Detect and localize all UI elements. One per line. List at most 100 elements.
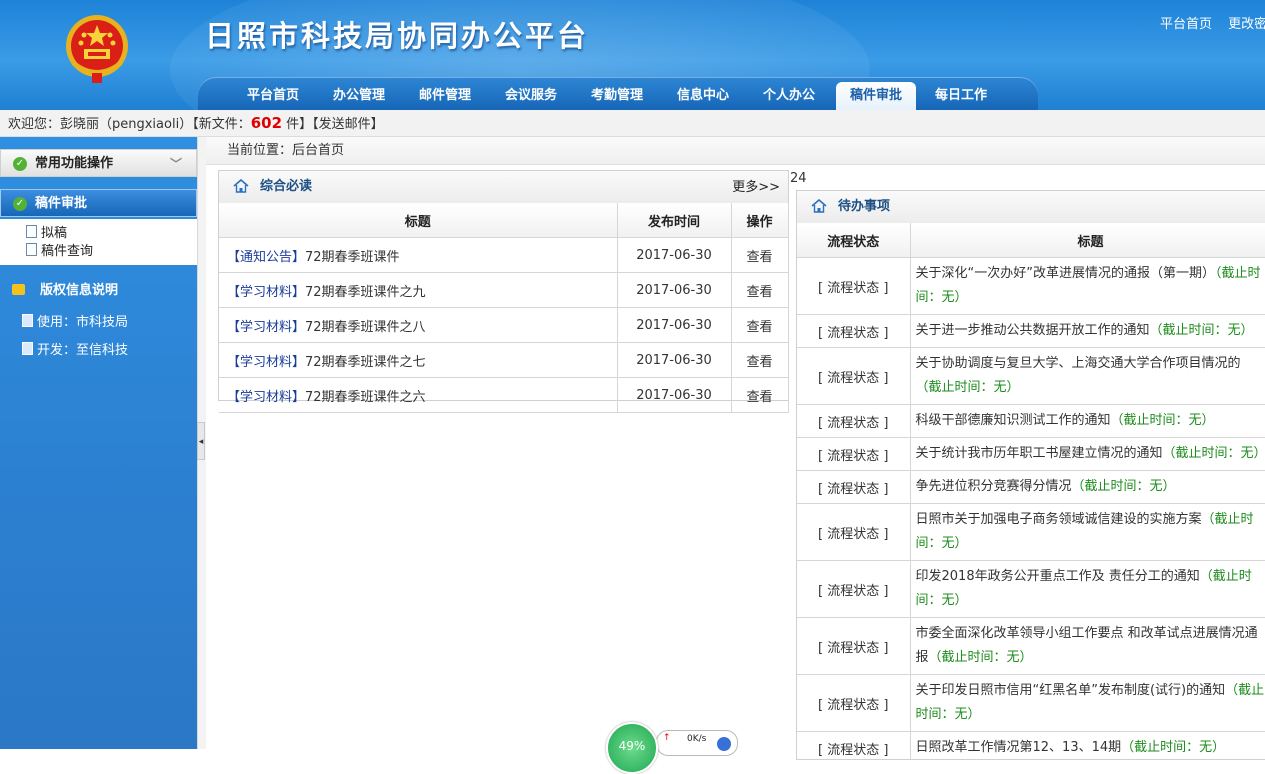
more-link[interactable]: 更多>> xyxy=(732,172,780,204)
national-emblem-icon xyxy=(66,15,128,83)
todo-title-cell[interactable]: 印发2018年政务公开重点工作及 责任分工的通知（截止时间：无） xyxy=(910,560,1265,618)
stray-number-text: 24 xyxy=(790,171,807,186)
sidebar-item-query[interactable]: 稿件查询 xyxy=(26,243,93,261)
row-category: 【通知公告】 xyxy=(227,249,306,265)
row-view-link[interactable]: 查看 xyxy=(731,377,789,413)
todo-deadline: （截止时间：无） xyxy=(1149,323,1254,338)
todo-title-cell[interactable]: 关于深化“一次办好”改革进展情况的通报（第一期）（截止时间：无） xyxy=(910,257,1265,315)
sidebar-item-draft[interactable]: 拟稿 xyxy=(26,225,67,243)
panel-title: 综合必读 xyxy=(260,179,313,194)
row-title-cell[interactable]: 【学习材料】72期春季班课件之九 xyxy=(219,272,618,308)
todo-title-cell[interactable]: 争先进位积分竞赛得分情况（截止时间：无） xyxy=(910,470,1265,504)
sidebar-copyright-header: 版权信息说明 xyxy=(0,277,197,305)
row-title: 72期春季班课件之七 xyxy=(305,354,426,370)
workflow-status-link[interactable]: [ 流程状态 ] xyxy=(797,437,911,471)
todo-title-cell[interactable]: 科级干部德廉知识测试工作的通知（截止时间：无） xyxy=(910,404,1265,438)
collapse-sidebar-button[interactable]: ◂ xyxy=(197,422,205,460)
tab-office-management[interactable]: 办公管理 xyxy=(322,82,396,110)
top-link-home[interactable]: 平台首页 xyxy=(1160,17,1212,32)
todo-title: 科级干部德廉知识测试工作的通知 xyxy=(915,413,1111,428)
todo-title-cell[interactable]: 日照市关于加强电子商务领域诚信建设的实施方案（截止时间：无） xyxy=(910,503,1265,561)
tab-platform-home[interactable]: 平台首页 xyxy=(236,82,310,110)
tab-daily-work[interactable]: 每日工作 xyxy=(924,82,998,110)
workflow-status-link[interactable]: [ 流程状态 ] xyxy=(797,503,911,561)
row-date: 2017-06-30 xyxy=(617,342,732,378)
todo-title-cell[interactable]: 关于协助调度与复旦大学、上海交通大学合作项目情况的 （截止时间：无） xyxy=(910,347,1265,405)
new-file-count[interactable]: 602 xyxy=(251,114,282,132)
panel-title: 待办事项 xyxy=(838,199,891,214)
row-view-link[interactable]: 查看 xyxy=(731,272,789,308)
todo-title: 关于印发日照市信用“红黑名单”发布制度(试行)的通知 xyxy=(915,683,1226,698)
sidebar-copyright-label: 版权信息说明 xyxy=(40,283,119,298)
row-title-cell[interactable]: 【学习材料】72期春季班课件之八 xyxy=(219,307,618,343)
sidebar: ✓ 常用功能操作 ﹀ ✓ 稿件审批 拟稿 稿件查询 版权信息说明 使用：市科技局… xyxy=(0,137,197,749)
table-row: [ 流程状态 ] 关于深化“一次办好”改革进展情况的通报（第一期）（截止时间：无… xyxy=(797,257,1265,315)
panel-header: 待办事项 xyxy=(797,191,1265,224)
top-link-change-password[interactable]: 更改密 xyxy=(1228,17,1265,32)
sidebar-common-functions[interactable]: ✓ 常用功能操作 ﹀ xyxy=(0,149,197,177)
workflow-status-link[interactable]: [ 流程状态 ] xyxy=(797,560,911,618)
table-row: [ 流程状态 ] 科级干部德廉知识测试工作的通知（截止时间：无） xyxy=(797,404,1265,438)
table-row: [ 流程状态 ] 争先进位积分竞赛得分情况（截止时间：无） xyxy=(797,470,1265,504)
send-mail-link[interactable]: 件】【发送邮件】 xyxy=(282,117,384,132)
row-view-link[interactable]: 查看 xyxy=(731,237,789,273)
row-category: 【学习材料】 xyxy=(227,354,306,370)
memory-usage-indicator[interactable]: 49% xyxy=(606,722,658,774)
workflow-status-link[interactable]: [ 流程状态 ] xyxy=(797,731,911,759)
header: 日照市科技局协同办公平台 平台首页 更改密 平台首页 办公管理 邮件管理 会议服… xyxy=(0,0,1265,110)
row-date: 2017-06-30 xyxy=(617,272,732,308)
column-header-status: 流程状态 xyxy=(797,223,911,258)
todo-deadline: （截止时间：无） xyxy=(1071,479,1176,494)
row-title: 72期春季班课件之八 xyxy=(305,319,426,335)
workflow-status-link[interactable]: [ 流程状态 ] xyxy=(797,347,911,405)
row-view-link[interactable]: 查看 xyxy=(731,342,789,378)
todo-title-cell[interactable]: 日照改革工作情况第12、13、14期（截止时间：无） xyxy=(910,731,1265,759)
row-category: 【学习材料】 xyxy=(227,284,306,300)
tab-personal-office[interactable]: 个人办公 xyxy=(752,82,826,110)
row-title: 72期春季班课件 xyxy=(305,249,400,265)
upload-arrow-icon: ↑ xyxy=(663,733,671,743)
table-row: 【通知公告】72期春季班课件 2017-06-30 查看 xyxy=(219,237,789,273)
welcome-text: 欢迎您：彭晓丽（pengxiaoli）【新文件： xyxy=(8,117,251,132)
sidebar-submenu: 拟稿 稿件查询 xyxy=(0,219,197,265)
table-row: [ 流程状态 ] 日照市关于加强电子商务领域诚信建设的实施方案（截止时间：无） xyxy=(797,503,1265,561)
table-row: [ 流程状态 ] 市委全面深化改革领导小组工作要点 和改革试点进展情况通报（截止… xyxy=(797,617,1265,675)
workflow-status-link[interactable]: [ 流程状态 ] xyxy=(797,674,911,732)
workflow-status-link[interactable]: [ 流程状态 ] xyxy=(797,470,911,504)
workflow-status-link[interactable]: [ 流程状态 ] xyxy=(797,404,911,438)
todo-title: 关于进一步推动公共数据开放工作的通知 xyxy=(915,323,1150,338)
todo-title-cell[interactable]: 关于统计我市历年职工书屋建立情况的通知（截止时间：无） xyxy=(910,437,1265,471)
speed-bar: ↑ 0K/s xyxy=(656,730,738,756)
row-title-cell[interactable]: 【学习材料】72期春季班课件之六 xyxy=(219,377,618,413)
row-title-cell[interactable]: 【通知公告】72期春季班课件 xyxy=(219,237,618,273)
todo-deadline: （截止时间：无） xyxy=(1110,413,1215,428)
tab-meeting-service[interactable]: 会议服务 xyxy=(494,82,568,110)
tab-attendance[interactable]: 考勤管理 xyxy=(580,82,654,110)
todo-title-cell[interactable]: 关于进一步推动公共数据开放工作的通知（截止时间：无） xyxy=(910,314,1265,348)
workflow-status-link[interactable]: [ 流程状态 ] xyxy=(797,257,911,315)
tab-mail-management[interactable]: 邮件管理 xyxy=(408,82,482,110)
row-title-cell[interactable]: 【学习材料】72期春季班课件之七 xyxy=(219,342,618,378)
sidebar-manuscript-review[interactable]: ✓ 稿件审批 xyxy=(0,189,197,217)
tab-info-center[interactable]: 信息中心 xyxy=(666,82,740,110)
home-icon xyxy=(811,199,827,213)
row-date: 2017-06-30 xyxy=(617,237,732,273)
table-row: [ 流程状态 ] 关于印发日照市信用“红黑名单”发布制度(试行)的通知（截止时间… xyxy=(797,674,1265,732)
row-date: 2017-06-30 xyxy=(617,307,732,343)
todo-title: 关于协助调度与复旦大学、上海交通大学合作项目情况的 xyxy=(915,356,1241,371)
network-speed-widget[interactable]: ↑ 0K/s 49% xyxy=(606,722,738,774)
todo-title-cell[interactable]: 关于印发日照市信用“红黑名单”发布制度(试行)的通知（截止时间：无） xyxy=(910,674,1265,732)
copyright-developer-label: 开发：至信科技 xyxy=(37,343,129,358)
todo-title-cell[interactable]: 市委全面深化改革领导小组工作要点 和改革试点进展情况通报（截止时间：无） xyxy=(910,617,1265,675)
row-view-link[interactable]: 查看 xyxy=(731,307,789,343)
chevron-down-icon: ﹀ xyxy=(169,157,182,171)
todo-title: 关于统计我市历年职工书屋建立情况的通知 xyxy=(915,446,1163,461)
todo-deadline: （截止时间：无） xyxy=(915,380,1020,395)
workflow-status-link[interactable]: [ 流程状态 ] xyxy=(797,617,911,675)
welcome-bar: 欢迎您：彭晓丽（pengxiaoli）【新文件：602 件】【发送邮件】 xyxy=(0,110,1265,137)
workflow-status-link[interactable]: [ 流程状态 ] xyxy=(797,314,911,348)
document-icon xyxy=(26,225,37,238)
tab-manuscript-review[interactable]: 稿件审批 xyxy=(836,82,916,110)
table-row: 【学习材料】72期春季班课件之九 2017-06-30 查看 xyxy=(219,272,789,308)
panel-header: 综合必读 更多>> xyxy=(219,171,788,204)
